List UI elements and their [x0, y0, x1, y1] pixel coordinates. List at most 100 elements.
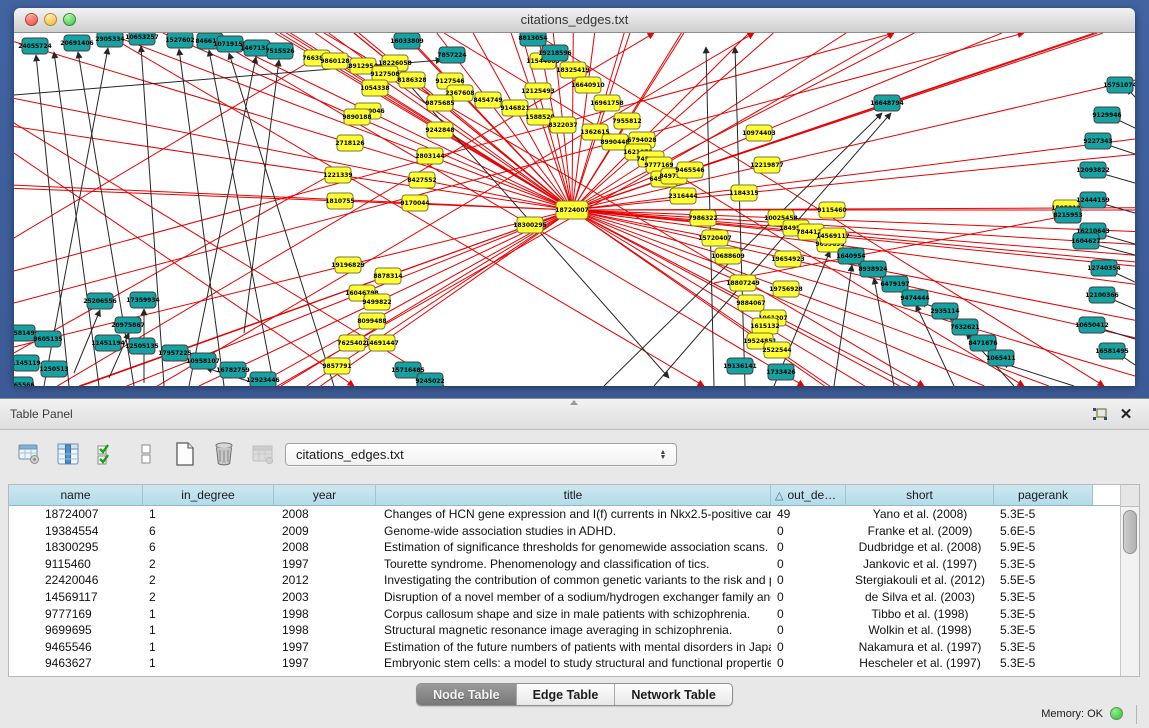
table-cell: Corpus callosum shape and size in male p… — [376, 606, 771, 623]
graph-node-label: 1615132 — [750, 323, 779, 330]
graph-edge — [430, 156, 572, 210]
table-cell: 9699695 — [9, 622, 143, 639]
delete-table-icon[interactable] — [211, 441, 237, 467]
graph-node-label: 20975867 — [111, 322, 144, 329]
column-header-label: in_degree — [181, 488, 234, 502]
graph-node-label: 12125493 — [521, 88, 554, 95]
table-cell: 5.3E-5 — [994, 506, 1093, 523]
column-header-title[interactable]: title — [376, 485, 771, 506]
panel-splitter-handle[interactable] — [570, 400, 578, 405]
graph-edge — [572, 70, 573, 210]
graph-node-label: 12923446 — [246, 377, 279, 384]
table-row[interactable]: 946362711997Embryonic stem cells: a mode… — [9, 655, 1121, 672]
column-header-pagerank[interactable]: pagerank — [994, 485, 1093, 506]
graph-node-label: 1145119 — [14, 360, 41, 367]
graph-node-label: 19756928 — [769, 286, 802, 293]
table-cell: 19384554 — [9, 523, 143, 540]
table-settings-icon[interactable] — [16, 441, 42, 467]
memory-status-label: Memory: OK — [1041, 708, 1103, 720]
table-cell: 0 — [771, 539, 846, 556]
table-select-value: citations_edges.txt — [286, 447, 654, 462]
graph-node-label: 19218596 — [538, 50, 571, 57]
table-row[interactable]: 1456911722003Disruption of a novel membe… — [9, 589, 1121, 606]
graph-node-label: 9245022 — [415, 378, 444, 385]
new-table-icon[interactable] — [172, 441, 198, 467]
graph-node-label: 8471676 — [968, 340, 997, 347]
table-row[interactable]: 1938455462009Genome-wide association stu… — [9, 523, 1121, 540]
column-visibility-icon[interactable] — [55, 441, 81, 467]
table-cell: 9465546 — [9, 639, 143, 656]
graph-edge — [607, 33, 630, 103]
graph-node-label: 2065566 — [14, 382, 35, 386]
graph-node-label: 1640954 — [836, 253, 865, 260]
table-cell: 0 — [771, 606, 846, 623]
graph-node-label: 12093822 — [1076, 167, 1109, 174]
deselect-all-icon[interactable] — [133, 441, 159, 467]
graph-node-label: 9857791 — [322, 363, 351, 370]
graph-node-label: 1250513 — [39, 366, 68, 373]
table-cell: 0 — [771, 589, 846, 606]
table-cell: 1997 — [274, 655, 376, 672]
graph-node-label: 25206556 — [83, 298, 116, 305]
table-select-dropdown[interactable]: citations_edges.txt ▲▼ — [285, 443, 677, 466]
table-row[interactable]: 911546021997Tourette syndrome. Phenomeno… — [9, 556, 1121, 573]
graph-node-label: 12444159 — [1076, 197, 1109, 204]
table-vertical-scrollbar[interactable] — [1120, 485, 1139, 676]
memory-status-indicator[interactable] — [1110, 707, 1123, 720]
select-all-icon[interactable] — [94, 441, 120, 467]
application-desktop: citations_edges.txt 76638229860128891295… — [0, 0, 1149, 727]
close-panel-icon[interactable]: ✕ — [1117, 405, 1135, 423]
graph-edge — [767, 80, 1135, 165]
column-header-in-degree[interactable]: in_degree — [143, 485, 274, 506]
table-cell: 5.3E-5 — [994, 589, 1093, 606]
float-panel-icon[interactable] — [1091, 405, 1109, 423]
graph-node-label: 10688609 — [711, 253, 744, 260]
table-row[interactable]: 1872400712008Changes of HCN gene express… — [9, 506, 1121, 523]
table-cell: 0 — [771, 556, 846, 573]
graph-node-label: 18724007 — [555, 207, 588, 214]
table-cell: 0 — [771, 639, 846, 656]
graph-node-label: 20691406 — [60, 40, 93, 47]
table-cell: 18724007 — [9, 506, 143, 523]
table-cell: Nakamura et al. (1997) — [846, 639, 994, 656]
graph-edge — [382, 210, 572, 343]
graph-edge — [14, 173, 334, 353]
table-cell: 2009 — [274, 523, 376, 540]
table-cell: 5.3E-5 — [994, 639, 1093, 656]
graph-node-label: 8938924 — [858, 266, 887, 273]
column-header-short[interactable]: short — [846, 485, 994, 506]
table-row[interactable]: 969969511998Structural magnetic resonanc… — [9, 622, 1121, 639]
table-row[interactable]: 2242004622012Investigating the contribut… — [9, 572, 1121, 589]
scrollbar-thumb[interactable] — [1123, 510, 1137, 554]
table-cell: Hescheler et al. (1997) — [846, 655, 994, 672]
graph-node-label: 1184315 — [729, 190, 758, 197]
graph-node-label: 19654923 — [771, 256, 804, 263]
table-cell: Genome-wide association studies in ADHD. — [376, 523, 771, 540]
table-cell: 14569117 — [9, 589, 143, 606]
table-row[interactable]: 977716911998Corpus callosum shape and si… — [9, 606, 1121, 623]
import-table-icon[interactable] — [250, 441, 276, 467]
graph-edge — [572, 85, 588, 210]
graph-node-label: 9474444 — [900, 295, 929, 302]
table-cell: 0 — [771, 523, 846, 540]
table-row[interactable]: 1830029562008Estimation of significance … — [9, 539, 1121, 556]
graph-node-label: 18300295 — [513, 222, 546, 229]
table-cell: 2008 — [274, 539, 376, 556]
graph-node-label: 9115460 — [817, 207, 846, 214]
table-cell: 1 — [143, 639, 274, 656]
graph-edge — [834, 265, 852, 386]
table-row[interactable]: 946554611997Estimation of the future num… — [9, 639, 1121, 656]
column-header-year[interactable]: year — [274, 485, 376, 506]
table-cell: 1 — [143, 506, 274, 523]
column-header-name[interactable]: name — [9, 485, 143, 506]
window-titlebar[interactable]: citations_edges.txt — [14, 8, 1135, 33]
table-cell: Stergiakouli et al. (2012) — [846, 572, 994, 589]
column-header-out-de-[interactable]: △out_de… — [771, 485, 846, 506]
graph-edge — [759, 33, 1002, 133]
attribute-table: name in_degree yeartitle△out_de…shortpager… — [8, 484, 1140, 677]
network-canvas[interactable]: 7663822986012889129541822605891275081054… — [14, 33, 1135, 386]
graph-node-label: 9499822 — [362, 299, 391, 306]
graph-node-label: 8878314 — [373, 273, 402, 280]
table-cell: Tibbo et al. (1998) — [846, 606, 994, 623]
graph-edge — [572, 210, 765, 326]
